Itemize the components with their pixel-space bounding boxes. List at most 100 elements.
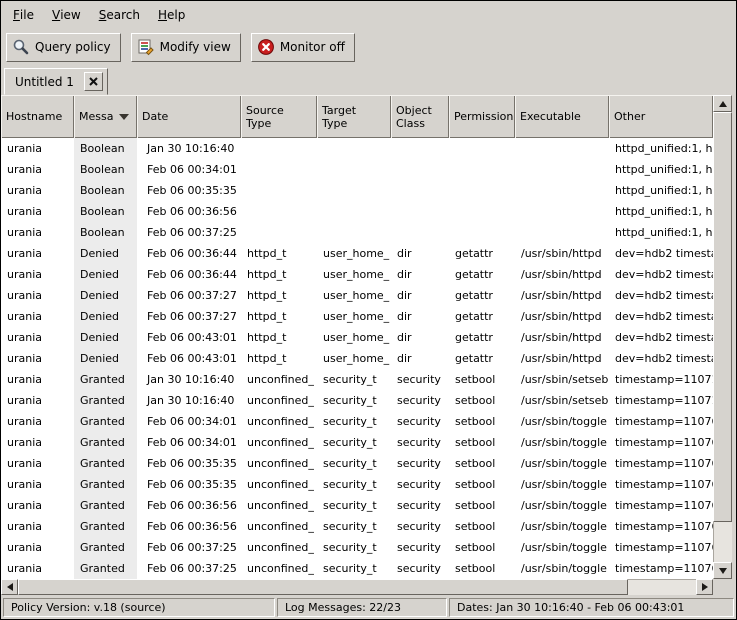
cell-hostname: urania: [1, 159, 74, 180]
tab-untitled-1[interactable]: Untitled 1: [4, 68, 108, 95]
cell-hostname: urania: [1, 285, 74, 306]
column-header-object-class[interactable]: Object Class: [391, 95, 449, 138]
column-header-date[interactable]: Date: [137, 95, 241, 138]
cell-hostname: urania: [1, 138, 74, 159]
log-table-area: HostnameMessaDateSource TypeTarget TypeO…: [1, 95, 736, 579]
cell-source-type: unconfined_: [241, 453, 317, 474]
menu-help-label: H: [158, 8, 167, 22]
cell-source-type: unconfined_: [241, 411, 317, 432]
scroll-right-button[interactable]: [696, 579, 713, 595]
h-scroll-thumb[interactable]: [18, 579, 628, 595]
table-row[interactable]: uraniaBooleanJan 30 10:16:40httpd_unifie…: [1, 138, 713, 159]
column-header-executable[interactable]: Executable: [515, 95, 609, 138]
scroll-left-button[interactable]: [1, 579, 18, 595]
table-row[interactable]: uraniaGrantedFeb 06 00:37:25unconfined_s…: [1, 558, 713, 579]
v-scroll-thumb[interactable]: [713, 112, 732, 522]
cell-date: Jan 30 10:16:40: [137, 390, 241, 411]
menu-search[interactable]: Search: [90, 1, 149, 28]
cell-target-type: security_t: [317, 495, 391, 516]
h-scrollbar[interactable]: [1, 579, 713, 595]
table-row[interactable]: uraniaDeniedFeb 06 00:43:01httpd_tuser_h…: [1, 327, 713, 348]
table-row[interactable]: uraniaDeniedFeb 06 00:37:27httpd_tuser_h…: [1, 285, 713, 306]
cell-date: Feb 06 00:43:01: [137, 327, 241, 348]
cell-date: Feb 06 00:43:01: [137, 348, 241, 369]
cell-other: dev=hdb2 timesta: [609, 348, 713, 369]
table-row[interactable]: uraniaDeniedFeb 06 00:36:44httpd_tuser_h…: [1, 243, 713, 264]
cell-permission: getattr: [449, 243, 515, 264]
menu-help[interactable]: Help: [149, 1, 194, 28]
table-row[interactable]: uraniaGrantedJan 30 10:16:40unconfined_s…: [1, 390, 713, 411]
cell-object-class: dir: [391, 306, 449, 327]
cell-object-class: security: [391, 453, 449, 474]
menu-file[interactable]: File: [4, 1, 43, 28]
monitor-off-button[interactable]: Monitor off: [251, 33, 355, 62]
column-header-hostname[interactable]: Hostname: [1, 95, 74, 138]
cell-date: Feb 06 00:36:56: [137, 495, 241, 516]
column-header-source-type[interactable]: Source Type: [241, 95, 317, 138]
h-scroll-track[interactable]: [18, 579, 696, 595]
column-header-label: Executable: [520, 110, 581, 123]
cell-permission: getattr: [449, 348, 515, 369]
cell-source-type: httpd_t: [241, 285, 317, 306]
cell-message: Denied: [74, 264, 137, 285]
column-header-target-type[interactable]: Target Type: [317, 95, 391, 138]
cell-message: Granted: [74, 537, 137, 558]
v-scroll-track[interactable]: [713, 112, 732, 562]
cell-date: Feb 06 00:36:56: [137, 516, 241, 537]
column-header-label: Hostname: [6, 110, 62, 123]
cell-hostname: urania: [1, 537, 74, 558]
cell-source-type: httpd_t: [241, 264, 317, 285]
column-header-other[interactable]: Other: [609, 95, 713, 138]
column-header-messa[interactable]: Messa: [74, 95, 137, 138]
cell-message: Denied: [74, 285, 137, 306]
v-scrollbar[interactable]: [713, 95, 732, 579]
cell-executable: /usr/sbin/httpd: [515, 243, 609, 264]
table-row[interactable]: uraniaDeniedFeb 06 00:37:27httpd_tuser_h…: [1, 306, 713, 327]
cell-date: Feb 06 00:37:27: [137, 306, 241, 327]
cell-target-type: security_t: [317, 516, 391, 537]
table-row[interactable]: uraniaGrantedJan 30 10:16:40unconfined_s…: [1, 369, 713, 390]
menu-view[interactable]: View: [43, 1, 90, 28]
scroll-down-button[interactable]: [713, 562, 732, 579]
cell-source-type: httpd_t: [241, 243, 317, 264]
table-row[interactable]: uraniaDeniedFeb 06 00:43:01httpd_tuser_h…: [1, 348, 713, 369]
table-row[interactable]: uraniaGrantedFeb 06 00:35:35unconfined_s…: [1, 474, 713, 495]
monitor-off-label: Monitor off: [280, 40, 345, 54]
cell-object-class: dir: [391, 264, 449, 285]
table-row[interactable]: uraniaBooleanFeb 06 00:34:01httpd_unifie…: [1, 159, 713, 180]
cell-other: dev=hdb2 timesta: [609, 327, 713, 348]
cell-date: Jan 30 10:16:40: [137, 138, 241, 159]
table-row[interactable]: uraniaGrantedFeb 06 00:37:25unconfined_s…: [1, 537, 713, 558]
cell-hostname: urania: [1, 222, 74, 243]
cell-executable: /usr/sbin/toggle: [515, 474, 609, 495]
query-policy-button[interactable]: Query policy: [6, 33, 121, 62]
scroll-up-button[interactable]: [713, 95, 732, 112]
table-row[interactable]: uraniaDeniedFeb 06 00:36:44httpd_tuser_h…: [1, 264, 713, 285]
table-row[interactable]: uraniaBooleanFeb 06 00:36:56httpd_unifie…: [1, 201, 713, 222]
cell-executable: /usr/sbin/httpd: [515, 306, 609, 327]
cell-target-type: [317, 180, 391, 201]
menu-help-label-rest: elp: [167, 8, 185, 22]
table-row[interactable]: uraniaGrantedFeb 06 00:36:56unconfined_s…: [1, 495, 713, 516]
cell-permission: getattr: [449, 285, 515, 306]
cell-executable: [515, 159, 609, 180]
tab-close-button[interactable]: [84, 72, 103, 91]
menu-file-label-rest: ile: [20, 8, 34, 22]
table-row[interactable]: uraniaGrantedFeb 06 00:36:56unconfined_s…: [1, 516, 713, 537]
table-row[interactable]: uraniaBooleanFeb 06 00:37:25httpd_unifie…: [1, 222, 713, 243]
modify-view-button[interactable]: Modify view: [131, 33, 241, 62]
table-row[interactable]: uraniaBooleanFeb 06 00:35:35httpd_unifie…: [1, 180, 713, 201]
cell-object-class: dir: [391, 285, 449, 306]
table-row[interactable]: uraniaGrantedFeb 06 00:34:01unconfined_s…: [1, 432, 713, 453]
cell-object-class: [391, 222, 449, 243]
cell-permission: setbool: [449, 474, 515, 495]
cell-message: Granted: [74, 432, 137, 453]
cell-source-type: unconfined_: [241, 390, 317, 411]
cell-hostname: urania: [1, 474, 74, 495]
cell-executable: /usr/sbin/setseb: [515, 390, 609, 411]
column-header-permission[interactable]: Permission: [449, 95, 515, 138]
table-row[interactable]: uraniaGrantedFeb 06 00:35:35unconfined_s…: [1, 453, 713, 474]
cell-executable: [515, 222, 609, 243]
cell-permission: setbool: [449, 390, 515, 411]
table-row[interactable]: uraniaGrantedFeb 06 00:34:01unconfined_s…: [1, 411, 713, 432]
